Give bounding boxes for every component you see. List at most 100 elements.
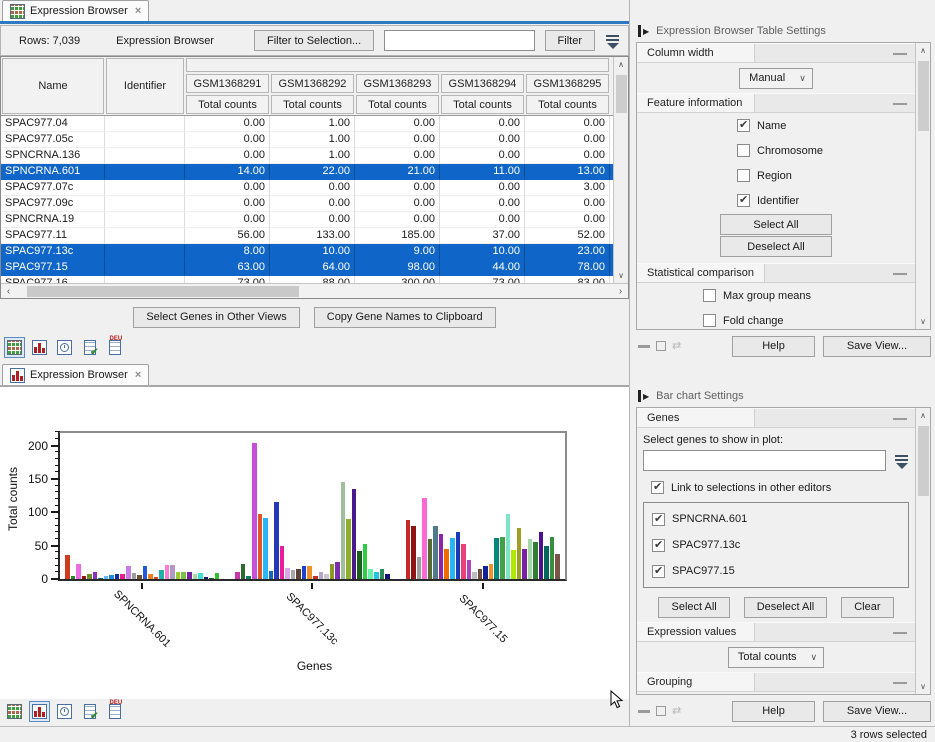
gene-list-item[interactable]: SPAC977.15 bbox=[652, 558, 908, 584]
feature-checkbox[interactable] bbox=[737, 144, 750, 157]
statistical-checkbox[interactable] bbox=[703, 314, 716, 327]
save-view-button[interactable]: Save View... bbox=[823, 701, 931, 722]
minimize-icon[interactable] bbox=[638, 345, 650, 348]
copy-gene-names-button[interactable]: Copy Gene Names to Clipboard bbox=[314, 307, 496, 328]
collapse-dash-icon[interactable] bbox=[893, 682, 907, 684]
dock-icon[interactable] bbox=[672, 341, 681, 351]
filter-options-icon[interactable] bbox=[894, 453, 909, 469]
table-row[interactable]: SPAC977.040.001.000.000.000.00 bbox=[1, 116, 613, 132]
column-header-identifier[interactable]: Identifier bbox=[106, 58, 184, 114]
collapse-dash-icon[interactable] bbox=[893, 273, 907, 275]
settings-header[interactable]: Bar chart Settings bbox=[636, 385, 931, 407]
expression-values-dropdown[interactable]: Total counts bbox=[728, 647, 824, 668]
group-column-width[interactable]: Column width bbox=[637, 43, 915, 63]
select-genes-other-views-button[interactable]: Select Genes in Other Views bbox=[133, 307, 299, 328]
column-subheader-total-counts[interactable]: Total counts bbox=[441, 95, 524, 114]
history-view-button[interactable] bbox=[54, 701, 75, 722]
scroll-right-arrow[interactable] bbox=[613, 284, 628, 298]
scroll-down-arrow[interactable] bbox=[916, 679, 930, 694]
filter-to-selection-button[interactable]: Filter to Selection... bbox=[254, 30, 374, 51]
column-subheader-total-counts[interactable]: Total counts bbox=[356, 95, 439, 114]
clear-button[interactable]: Clear bbox=[841, 597, 893, 618]
vertical-scroll-thumb[interactable] bbox=[616, 75, 627, 113]
filter-button[interactable]: Filter bbox=[545, 30, 595, 51]
deselect-all-button[interactable]: Deselect All bbox=[720, 236, 832, 257]
group-grouping[interactable]: Grouping bbox=[637, 672, 915, 692]
horizontal-scroll-thumb[interactable] bbox=[27, 286, 299, 297]
gene-search-input[interactable] bbox=[643, 450, 886, 471]
help-button[interactable]: Help bbox=[732, 701, 815, 722]
deselect-all-button[interactable]: Deselect All bbox=[744, 597, 827, 618]
scroll-up-arrow[interactable] bbox=[916, 43, 930, 58]
element-info-view-button[interactable]: ✔ bbox=[79, 337, 100, 358]
filter-options-icon[interactable] bbox=[605, 33, 620, 49]
tab-expression-browser-chart[interactable]: Expression Browser × bbox=[2, 364, 149, 385]
column-width-dropdown[interactable]: Manual bbox=[739, 68, 813, 89]
column-subheader-total-counts[interactable]: Total counts bbox=[526, 95, 609, 114]
feature-checkbox[interactable] bbox=[737, 194, 750, 207]
column-header-sample[interactable]: GSM1368293 bbox=[356, 74, 439, 93]
table-row[interactable]: SPNCRNA.1360.001.000.000.000.00 bbox=[1, 148, 613, 164]
restore-icon[interactable] bbox=[656, 706, 666, 716]
column-subheader-total-counts[interactable]: Total counts bbox=[271, 95, 354, 114]
table-view-button[interactable] bbox=[4, 337, 25, 358]
tab-expression-browser-table[interactable]: Expression Browser × bbox=[2, 0, 149, 21]
column-subheader-total-counts[interactable]: Total counts bbox=[186, 95, 269, 114]
bar-chart-view-button[interactable] bbox=[29, 701, 50, 722]
table-row[interactable]: SPAC977.05c0.001.000.000.000.00 bbox=[1, 132, 613, 148]
close-icon[interactable]: × bbox=[135, 369, 141, 381]
close-icon[interactable]: × bbox=[135, 5, 141, 17]
save-view-button[interactable]: Save View... bbox=[823, 336, 931, 357]
deu-report-view-button[interactable]: DEU bbox=[104, 337, 125, 358]
group-expression-values[interactable]: Expression values bbox=[637, 622, 915, 642]
bar-chart-view-button[interactable] bbox=[29, 337, 50, 358]
column-header-sample[interactable]: GSM1368291 bbox=[186, 74, 269, 93]
filter-input[interactable] bbox=[384, 30, 534, 51]
column-header-sample[interactable]: GSM1368295 bbox=[526, 74, 609, 93]
column-header-sample[interactable]: GSM1368292 bbox=[271, 74, 354, 93]
help-button[interactable]: Help bbox=[732, 336, 815, 357]
table-row[interactable]: SPAC977.1563.0064.0098.0044.0078.00 bbox=[1, 260, 613, 276]
table-row[interactable]: SPNCRNA.190.000.000.000.000.00 bbox=[1, 212, 613, 228]
column-header-name[interactable]: Name bbox=[2, 58, 104, 114]
statistical-checkbox[interactable] bbox=[703, 289, 716, 302]
collapse-dash-icon[interactable] bbox=[893, 103, 907, 105]
gene-checkbox[interactable] bbox=[652, 513, 665, 526]
table-row[interactable]: SPAC977.07c0.000.000.000.003.00 bbox=[1, 180, 613, 196]
column-header-sample[interactable]: GSM1368294 bbox=[441, 74, 524, 93]
select-all-button[interactable]: Select All bbox=[658, 597, 729, 618]
scroll-down-arrow[interactable] bbox=[614, 268, 628, 283]
table-row[interactable]: SPAC977.1156.00133.00185.0037.0052.00 bbox=[1, 228, 613, 244]
group-feature-information[interactable]: Feature information bbox=[637, 93, 915, 113]
select-all-button[interactable]: Select All bbox=[720, 214, 832, 235]
restore-icon[interactable] bbox=[656, 341, 666, 351]
group-statistical-comparison[interactable]: Statistical comparison bbox=[637, 263, 915, 283]
table-row[interactable]: SPAC977.13c8.0010.009.0010.0023.00 bbox=[1, 244, 613, 260]
gene-checkbox[interactable] bbox=[652, 565, 665, 578]
deu-report-view-button[interactable]: DEU bbox=[104, 701, 125, 722]
scroll-up-arrow[interactable] bbox=[916, 408, 930, 423]
collapse-dash-icon[interactable] bbox=[893, 632, 907, 634]
table-row[interactable]: SPAC977.1673.0088.00300.0073.0083.00 bbox=[1, 276, 613, 283]
history-view-button[interactable] bbox=[54, 337, 75, 358]
minimize-icon[interactable] bbox=[638, 710, 650, 713]
scroll-down-arrow[interactable] bbox=[916, 314, 930, 329]
group-genes[interactable]: Genes bbox=[637, 408, 915, 428]
gene-list-item[interactable]: SPNCRNA.601 bbox=[652, 506, 908, 532]
scroll-left-arrow[interactable] bbox=[1, 284, 16, 298]
gene-checkbox[interactable] bbox=[652, 539, 665, 552]
feature-checkbox[interactable] bbox=[737, 119, 750, 132]
scroll-up-arrow[interactable] bbox=[614, 57, 628, 72]
dock-icon[interactable] bbox=[672, 706, 681, 716]
link-selections-checkbox[interactable] bbox=[651, 481, 664, 494]
table-row[interactable]: SPAC977.09c0.000.000.000.000.00 bbox=[1, 196, 613, 212]
feature-checkbox[interactable] bbox=[737, 169, 750, 182]
gene-list-item[interactable]: SPAC977.13c bbox=[652, 532, 908, 558]
table-row[interactable]: SPNCRNA.60114.0022.0021.0011.0013.00 bbox=[1, 164, 613, 180]
element-info-view-button[interactable]: ✔ bbox=[79, 701, 100, 722]
vertical-scroll-thumb[interactable] bbox=[918, 61, 929, 131]
collapse-dash-icon[interactable] bbox=[893, 53, 907, 55]
collapse-dash-icon[interactable] bbox=[893, 418, 907, 420]
vertical-scroll-thumb[interactable] bbox=[918, 426, 929, 496]
settings-header[interactable]: Expression Browser Table Settings bbox=[636, 20, 931, 42]
